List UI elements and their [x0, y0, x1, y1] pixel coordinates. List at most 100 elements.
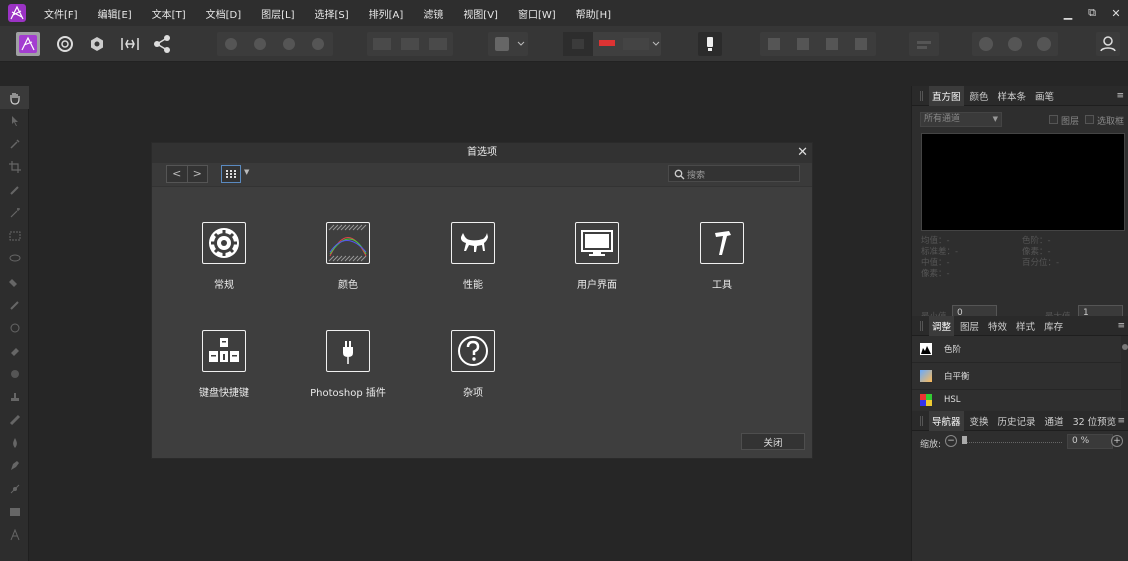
tab-history[interactable]: 历史记录	[995, 411, 1039, 431]
chevron-down-icon[interactable]: ▼	[244, 168, 249, 176]
half-circle-icon[interactable]	[254, 38, 266, 50]
tab-adjustments[interactable]: 调整	[929, 315, 955, 336]
back-arrow-icon[interactable]: <	[167, 166, 188, 182]
minimize-icon[interactable]: ▁	[1056, 7, 1080, 20]
category-color[interactable]: 颜色	[298, 222, 398, 291]
zoom-slider[interactable]	[962, 442, 1062, 443]
zoom-value-field[interactable]: 0 %	[1067, 434, 1113, 449]
mask-icon[interactable]	[225, 38, 237, 50]
selection-checkbox[interactable]	[1085, 115, 1094, 124]
close-button[interactable]: 关闭	[741, 433, 805, 450]
search-box[interactable]: 搜索	[668, 165, 800, 182]
menu-window[interactable]: 窗口[W]	[518, 6, 556, 21]
tab-transform[interactable]: 变换	[967, 411, 992, 431]
flood-fill-tool[interactable]	[0, 270, 29, 293]
menu-filters[interactable]: 滤镜	[423, 6, 443, 21]
grid-view-button[interactable]	[221, 165, 241, 183]
panel-menu-icon[interactable]: ≡	[1117, 416, 1125, 426]
tab-color[interactable]: 颜色	[967, 86, 992, 106]
tab-32bit-preview[interactable]: 32 位预览	[1070, 411, 1120, 431]
panel-grip[interactable]	[920, 90, 923, 101]
align-button[interactable]	[909, 32, 939, 56]
menu-file[interactable]: 文件[F]	[44, 6, 78, 21]
tab-histogram[interactable]: 直方图	[929, 85, 964, 106]
category-performance[interactable]: 性能	[423, 222, 523, 291]
close-window-icon[interactable]: ✕	[1104, 7, 1128, 20]
category-general[interactable]: 常规	[174, 222, 274, 291]
menu-document[interactable]: 文档[D]	[206, 6, 242, 21]
photo-persona-button[interactable]	[16, 32, 40, 56]
crop-icon	[8, 160, 21, 173]
close-icon[interactable]: ✕	[797, 143, 808, 163]
gear-icon	[202, 222, 246, 264]
zoom-in-icon[interactable]: +	[1111, 435, 1123, 447]
zoom-slider-thumb[interactable]	[962, 436, 967, 444]
exposure-button[interactable]	[698, 32, 722, 56]
flood-select-tool[interactable]	[0, 201, 29, 224]
rectangle-tool[interactable]	[0, 500, 29, 523]
selection-brush-tool[interactable]	[0, 178, 29, 201]
menu-help[interactable]: 帮助[H]	[576, 6, 611, 21]
healing-tool[interactable]	[0, 408, 29, 431]
selection-dropdown-button[interactable]	[488, 32, 528, 56]
adjustments-scrollbar[interactable]	[1121, 336, 1128, 410]
panel-menu-icon[interactable]: ≡	[1117, 321, 1125, 331]
dodge-tool[interactable]	[0, 316, 29, 339]
view-tool[interactable]	[0, 86, 29, 109]
tab-brushes[interactable]: 画笔	[1032, 86, 1057, 106]
crop-tool[interactable]	[0, 155, 29, 178]
tab-channels[interactable]: 通道	[1042, 411, 1067, 431]
tab-swatches[interactable]: 样本条	[995, 86, 1030, 106]
adjust-item-levels[interactable]: 色阶	[912, 336, 1128, 363]
liquify-persona-button[interactable]	[54, 32, 76, 56]
circle-icon[interactable]	[312, 38, 324, 50]
menu-edit[interactable]: 编辑[E]	[98, 6, 132, 21]
category-miscellaneous[interactable]: 杂项	[423, 330, 523, 399]
pen-tool[interactable]	[0, 454, 29, 477]
channel-select[interactable]: 所有通道 ▼	[920, 112, 1002, 127]
menu-text[interactable]: 文本[T]	[152, 6, 186, 21]
tab-navigator[interactable]: 导航器	[929, 410, 964, 431]
move-tool[interactable]	[0, 109, 29, 132]
paint-brush-tool[interactable]	[0, 293, 29, 316]
stats-right: 色阶：- 像素：- 百分位：-	[1022, 236, 1060, 268]
dialog-titlebar[interactable]: 首选项 ✕	[152, 143, 812, 163]
category-keyboard-shortcuts[interactable]: 键盘快捷键	[174, 330, 274, 399]
moon-icon[interactable]	[283, 38, 295, 50]
menu-view[interactable]: 视图[V]	[463, 6, 498, 21]
clone-tool[interactable]	[0, 385, 29, 408]
develop-persona-button[interactable]	[86, 32, 108, 56]
adjust-item-hsl[interactable]: HSL	[912, 390, 1128, 410]
menu-select[interactable]: 选择[S]	[315, 6, 349, 21]
blur-tool[interactable]	[0, 362, 29, 385]
tab-styles[interactable]: 样式	[1013, 316, 1038, 336]
category-tools[interactable]: 工具	[672, 222, 772, 291]
dropdown-icon	[495, 37, 525, 51]
zoom-out-icon[interactable]: −	[945, 435, 957, 447]
tab-layers[interactable]: 图层	[957, 316, 982, 336]
freehand-select-tool[interactable]	[0, 247, 29, 270]
node-tool[interactable]	[0, 477, 29, 500]
tab-effects[interactable]: 特效	[985, 316, 1010, 336]
category-user-interface[interactable]: 用户界面	[547, 222, 647, 291]
marquee-tool[interactable]	[0, 224, 29, 247]
category-photoshop-plugins[interactable]: Photoshop 插件	[298, 330, 398, 399]
menu-layer[interactable]: 图层[L]	[261, 6, 294, 21]
tone-mapping-persona-button[interactable]	[118, 32, 142, 56]
panel-menu-icon[interactable]: ≡	[1116, 91, 1124, 101]
text-tool[interactable]	[0, 523, 29, 546]
scroll-thumb[interactable]	[1122, 344, 1128, 350]
restore-icon[interactable]: ⧉	[1080, 6, 1104, 20]
erase-tool[interactable]	[0, 339, 29, 362]
color-picker-tool[interactable]	[0, 132, 29, 155]
adjust-item-white-balance[interactable]: 白平衡	[912, 363, 1128, 390]
menu-arrange[interactable]: 排列[A]	[369, 6, 404, 21]
account-button[interactable]	[1096, 32, 1120, 56]
panel-grip[interactable]	[920, 415, 923, 426]
panel-grip[interactable]	[920, 320, 923, 331]
smudge-tool[interactable]	[0, 431, 29, 454]
forward-arrow-icon[interactable]: >	[188, 166, 208, 182]
tab-stock[interactable]: 库存	[1041, 316, 1066, 336]
export-persona-button[interactable]	[150, 32, 174, 56]
layer-checkbox[interactable]	[1049, 115, 1058, 124]
